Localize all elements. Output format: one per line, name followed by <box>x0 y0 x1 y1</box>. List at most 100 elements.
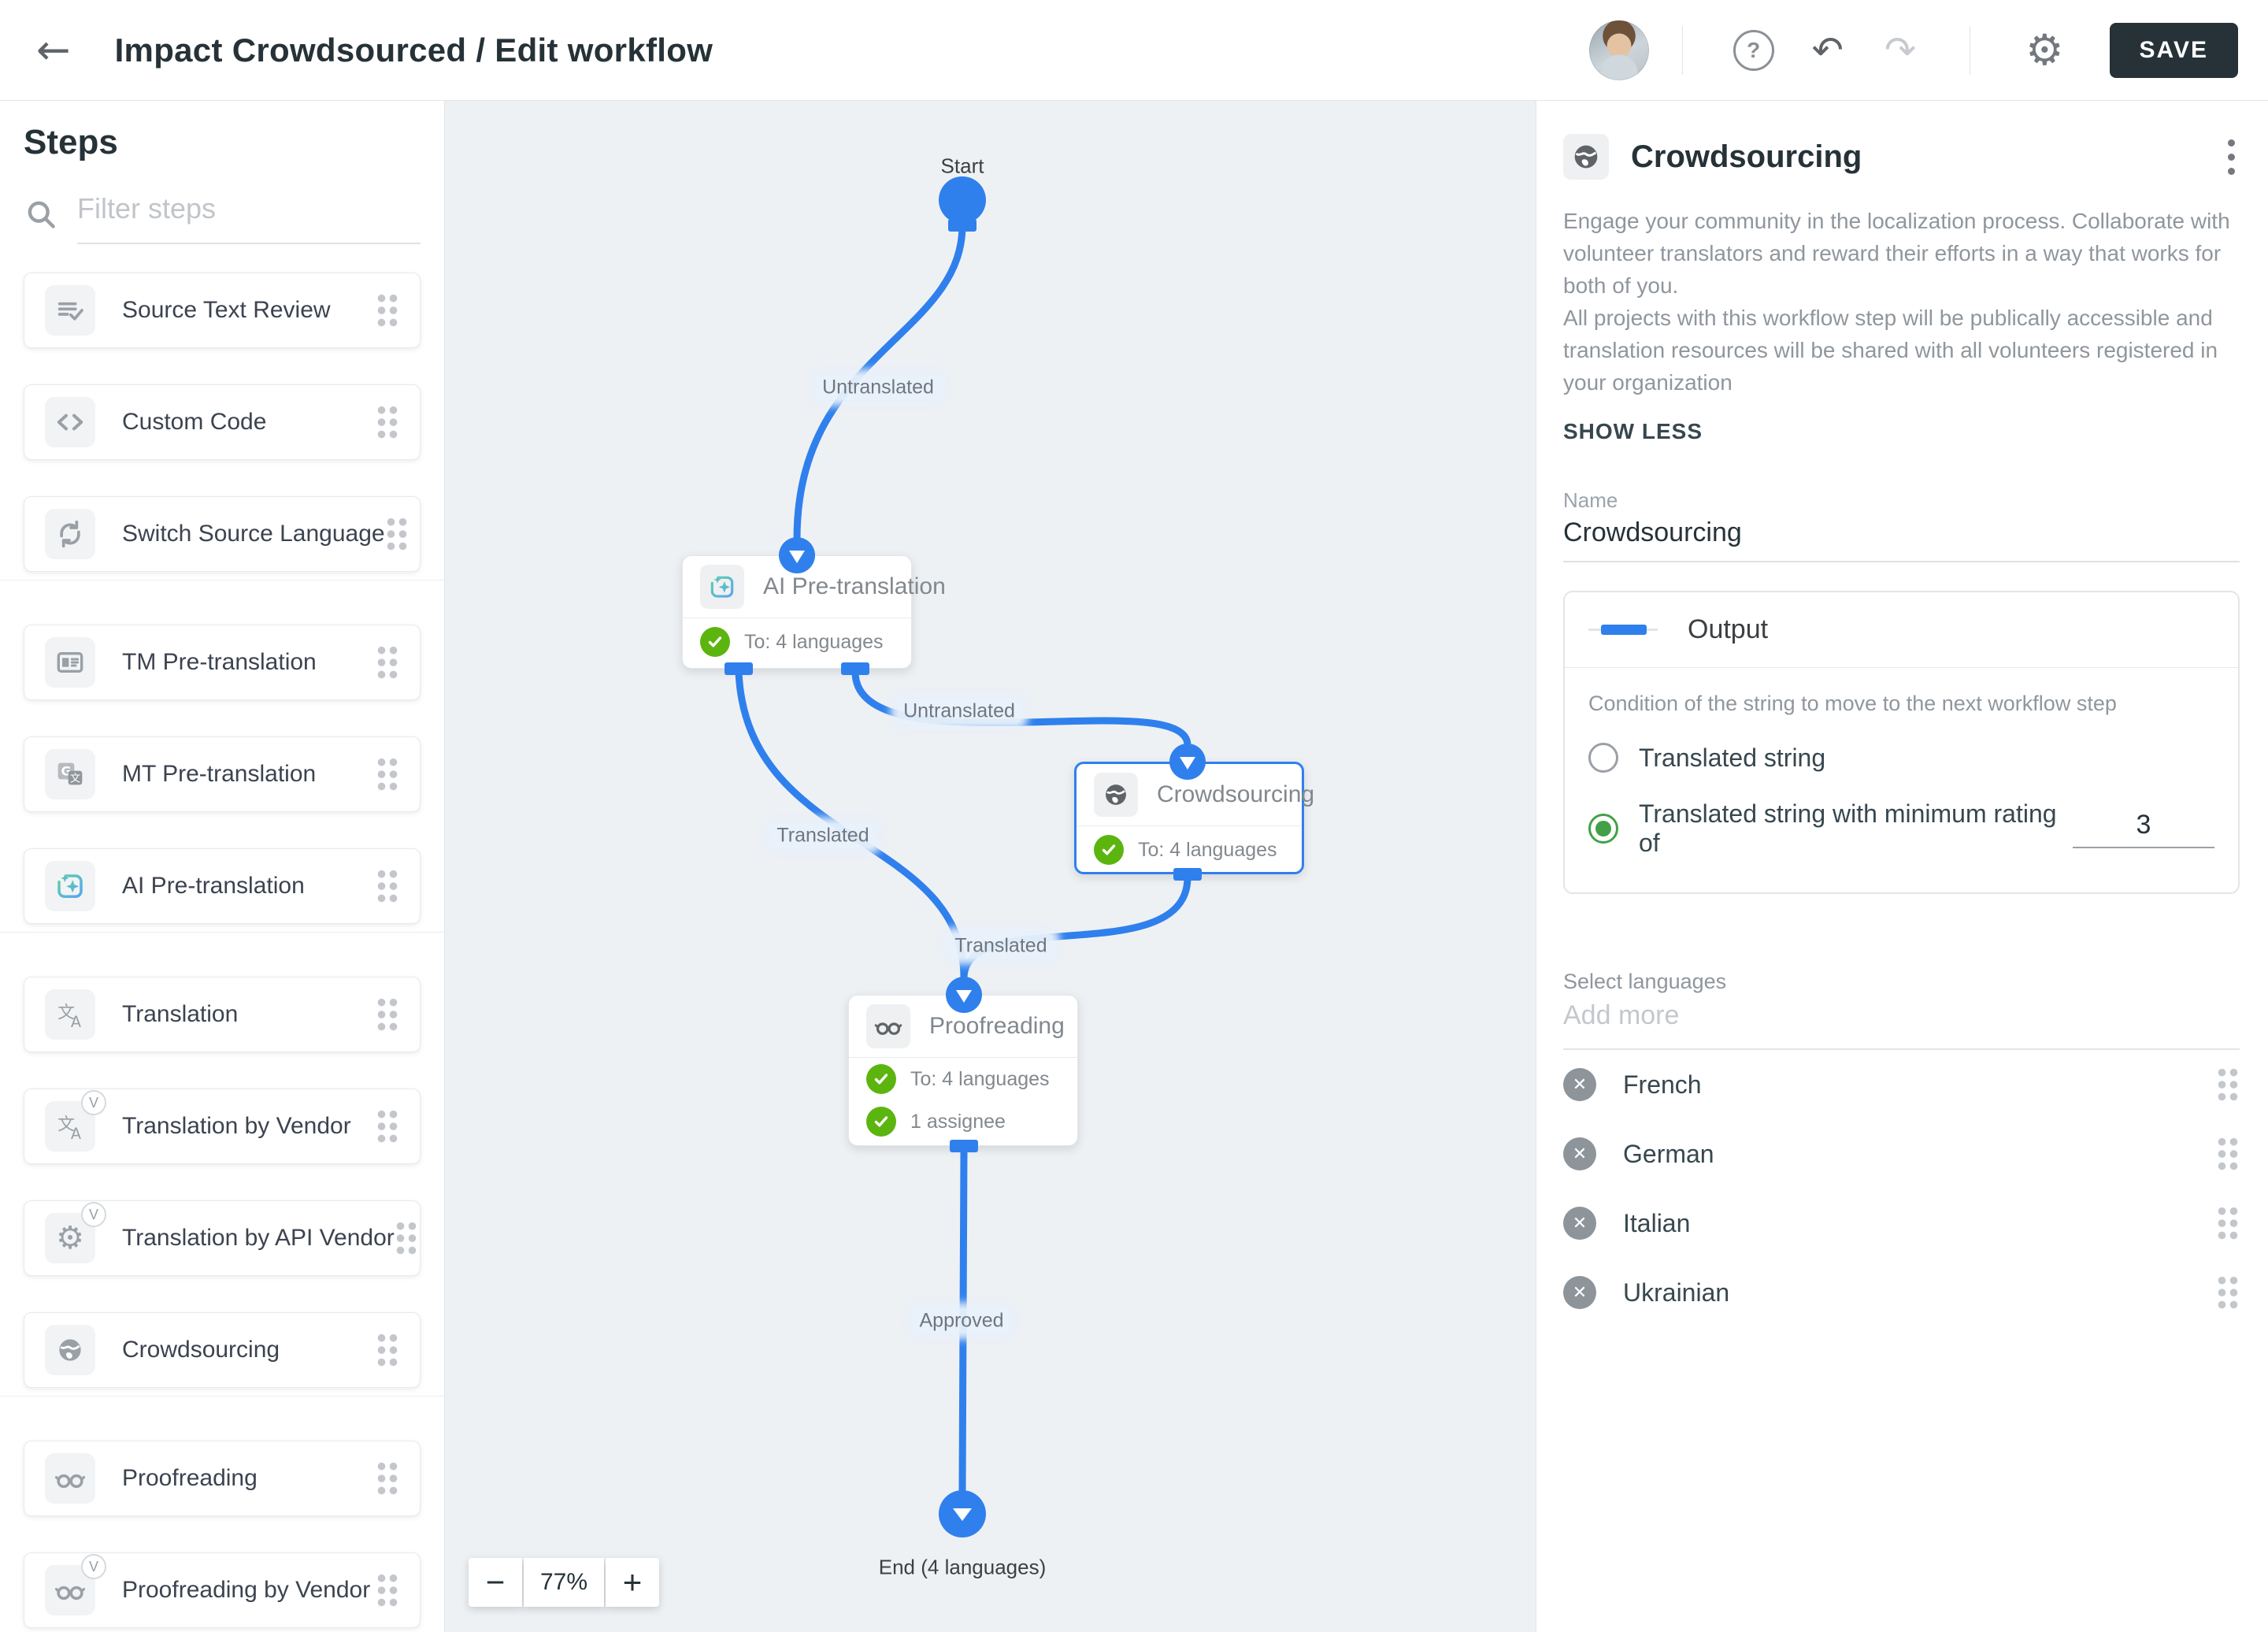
glasses-icon: V <box>45 1554 106 1615</box>
translate-icon <box>45 989 95 1040</box>
step-label: TM Pre-translation <box>122 649 317 675</box>
zoom-in-button[interactable]: + <box>606 1558 659 1607</box>
drag-handle[interactable] <box>384 516 409 552</box>
step-label: Translation by Vendor <box>122 1113 351 1139</box>
search-icon <box>24 197 58 232</box>
avatar[interactable] <box>1588 20 1649 80</box>
ai-sparkle-icon <box>700 565 744 609</box>
node-crowdsourcing[interactable]: Crowdsourcing To: 4 languages <box>1074 762 1314 874</box>
name-field-wrap <box>1563 517 2240 562</box>
translate-icon: V <box>45 1090 106 1152</box>
step-item-crowdsourcing[interactable]: Crowdsourcing <box>24 1312 421 1388</box>
steps-heading: Steps <box>24 123 118 161</box>
save-button[interactable]: SAVE <box>2109 22 2238 78</box>
ai-sparkle-icon <box>45 861 95 911</box>
step-item-translation-by-vendor[interactable]: V Translation by Vendor <box>24 1089 421 1164</box>
node-title: Proofreading <box>929 1013 1065 1039</box>
zoom-controls: − 77% + <box>469 1558 659 1607</box>
drag-handle[interactable] <box>376 1108 399 1144</box>
step-item-proofreading[interactable]: Proofreading <box>24 1441 421 1516</box>
vendor-badge: V <box>81 1554 106 1579</box>
drag-handle[interactable] <box>376 1332 399 1368</box>
drag-handle[interactable] <box>376 292 399 328</box>
step-item-translation-by-api-vendor[interactable]: ⚙ V Translation by API Vendor <box>24 1200 421 1276</box>
step-label: Switch Source Language <box>122 521 385 547</box>
check-icon <box>700 627 730 657</box>
undo-icon[interactable]: ↶ <box>1812 32 1844 69</box>
edge-label-translated: Translated <box>770 823 876 848</box>
node-header: Proofreading <box>849 996 1077 1057</box>
redo-icon[interactable]: ↷ <box>1884 32 1916 69</box>
remove-icon[interactable]: ✕ <box>1563 1207 1596 1240</box>
edge-label-untranslated: Untranslated <box>816 375 940 400</box>
radio-unchecked-icon[interactable] <box>1588 743 1618 773</box>
step-item-source-text-review[interactable]: Source Text Review <box>24 273 421 348</box>
remove-icon[interactable]: ✕ <box>1563 1137 1596 1170</box>
node-target-text: To: 4 languages <box>1138 838 1277 861</box>
step-item-ai-pre-translation[interactable]: AI Pre-translation <box>24 848 421 924</box>
step-label: Translation by API Vendor <box>122 1225 395 1251</box>
step-item-tm-pre-translation[interactable]: TM Pre-translation <box>24 625 421 700</box>
drag-handle[interactable] <box>376 756 399 792</box>
min-rating-field[interactable] <box>2073 809 2214 848</box>
node-title: AI Pre-translation <box>763 573 946 599</box>
step-item-custom-code[interactable]: Custom Code <box>24 384 421 460</box>
node-target-row: To: 4 languages <box>683 618 911 666</box>
filter-steps-input[interactable] <box>77 192 421 244</box>
drag-handle[interactable] <box>376 1460 399 1497</box>
name-field[interactable] <box>1563 517 2240 562</box>
output-title: Output <box>1688 614 1769 644</box>
step-label: Custom Code <box>122 409 267 435</box>
drag-handle[interactable] <box>376 644 399 681</box>
language-row-italian: ✕ Italian <box>1563 1189 2240 1258</box>
top-bar: ← Impact Crowdsourced / Edit workflow ? … <box>0 0 2268 101</box>
step-item-switch-source-language[interactable]: Switch Source Language <box>24 496 421 572</box>
filter-steps-row <box>24 192 421 244</box>
drag-handle[interactable] <box>2216 1274 2240 1311</box>
remove-icon[interactable]: ✕ <box>1563 1068 1596 1101</box>
gear-icon[interactable]: ⚙ <box>2025 28 2063 72</box>
drag-handle[interactable] <box>2216 1066 2240 1103</box>
drag-handle[interactable] <box>2216 1136 2240 1172</box>
step-details-panel: Crowdsourcing Engage your community in t… <box>1536 101 2268 1632</box>
drag-handle[interactable] <box>394 1220 418 1256</box>
panel-title: Crowdsourcing <box>1631 139 1862 174</box>
drag-handle[interactable] <box>376 1572 399 1608</box>
end-node-label: End (4 languages) <box>878 1555 1047 1579</box>
show-less-link[interactable]: SHOW LESS <box>1563 419 1703 444</box>
code-icon <box>45 397 95 447</box>
drag-handle[interactable] <box>376 404 399 440</box>
workflow-canvas[interactable]: Start End (4 languages) Untranslated Tra… <box>445 101 1536 1632</box>
tm-card-icon <box>45 637 95 688</box>
page-title: Impact Crowdsourced / Edit workflow <box>114 31 713 69</box>
step-item-translation[interactable]: Translation <box>24 977 421 1052</box>
edge-label-approved: Approved <box>913 1308 1010 1333</box>
condition-label: Condition of the string to move to the n… <box>1588 692 2117 715</box>
back-icon[interactable]: ← <box>36 30 71 71</box>
radio-translated-min-rating[interactable]: Translated string with minimum rating of <box>1588 799 2214 858</box>
drag-handle[interactable] <box>376 868 399 904</box>
drag-handle[interactable] <box>376 996 399 1033</box>
zoom-out-button[interactable]: − <box>469 1558 522 1607</box>
output-port-icon <box>1588 625 1658 635</box>
drag-handle[interactable] <box>2216 1205 2240 1241</box>
step-item-proofreading-by-vendor[interactable]: V Proofreading by Vendor <box>24 1552 421 1628</box>
divider <box>1681 25 1683 75</box>
add-language-input[interactable] <box>1563 1000 2240 1050</box>
kebab-menu-icon[interactable] <box>2223 135 2240 180</box>
radio-checked-icon[interactable] <box>1588 814 1618 844</box>
help-icon[interactable]: ? <box>1732 29 1774 71</box>
node-target-row: To: 4 languages <box>1077 826 1302 873</box>
output-header: Output <box>1565 592 2238 667</box>
node-proofreading[interactable]: Proofreading To: 4 languages 1 assignee <box>848 995 1078 1146</box>
node-ai-pre-translation[interactable]: AI Pre-translation To: 4 languages <box>682 555 946 669</box>
glasses-icon <box>45 1453 95 1504</box>
zoom-level: 77% <box>524 1558 604 1607</box>
remove-icon[interactable]: ✕ <box>1563 1276 1596 1309</box>
step-item-mt-pre-translation[interactable]: MT Pre-translation <box>24 736 421 812</box>
node-header: AI Pre-translation <box>683 556 946 618</box>
radio-translated-string[interactable]: Translated string <box>1588 743 2214 773</box>
description-paragraph: Engage your community in the localizatio… <box>1563 209 2230 298</box>
vendor-badge: V <box>81 1090 106 1115</box>
radio-label: Translated string <box>1639 743 1826 772</box>
